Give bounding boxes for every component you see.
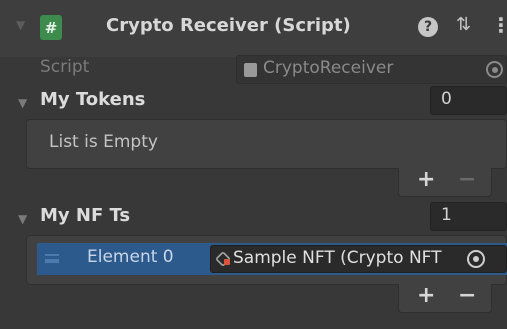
add-element-button[interactable]: + <box>417 283 435 308</box>
script-icon: # <box>40 15 62 40</box>
script-object-field[interactable]: CryptoReceiver <box>236 55 507 84</box>
object-picker-icon[interactable] <box>486 61 503 78</box>
my-nfts-list-footer: + − <box>398 283 492 313</box>
list-item[interactable]: Element 0 Sample NFT (Crypto NFT <box>37 243 507 275</box>
remove-element-button[interactable]: − <box>458 283 476 308</box>
list-empty-text: List is Empty <box>49 132 158 152</box>
add-element-button[interactable]: + <box>417 167 435 192</box>
context-menu-icon[interactable]: ⋮ <box>491 13 507 37</box>
help-icon[interactable]: ? <box>418 17 438 37</box>
object-picker-icon[interactable] <box>467 250 485 268</box>
presets-icon[interactable]: ⇅ <box>456 14 471 35</box>
script-file-icon <box>244 63 257 77</box>
my-nfts-label[interactable]: My NF Ts <box>40 205 130 226</box>
script-field-value: CryptoReceiver <box>263 58 394 78</box>
remove-element-button[interactable]: − <box>458 167 476 192</box>
my-tokens-label[interactable]: My Tokens <box>40 89 145 110</box>
my-tokens-list: List is Empty <box>26 119 507 169</box>
element-label: Element 0 <box>87 247 174 267</box>
nft-field-value: Sample NFT (Crypto NFT <box>233 248 442 268</box>
nfts-foldout-arrow-icon[interactable]: ▼ <box>18 212 27 226</box>
component-title: Crypto Receiver (Script) <box>106 15 351 36</box>
foldout-arrow-icon[interactable]: ▼ <box>16 18 25 32</box>
script-label: Script <box>40 57 90 77</box>
my-tokens-size-field[interactable]: 0 <box>430 86 507 115</box>
drag-handle-icon[interactable] <box>45 254 59 263</box>
component-header[interactable]: ▼ # Crypto Receiver (Script) ? ⇅ ⋮ <box>0 0 507 57</box>
tokens-foldout-arrow-icon[interactable]: ▼ <box>18 96 27 110</box>
nft-object-field[interactable]: Sample NFT (Crypto NFT <box>210 245 507 273</box>
my-nfts-size-field[interactable]: 1 <box>430 202 507 231</box>
asset-badge-icon <box>224 259 230 265</box>
my-tokens-list-footer: + − <box>398 167 492 197</box>
